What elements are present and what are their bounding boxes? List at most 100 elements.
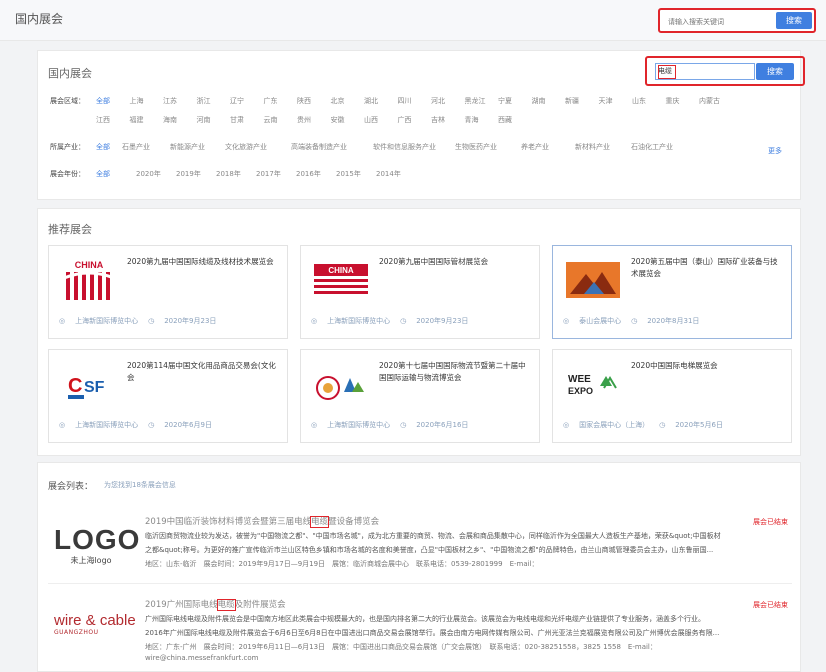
filter-option[interactable]: 养老产业 [521, 142, 575, 152]
region-row-2: 江西 福建 海南 河南 甘肃 云南 贵州 安徽 山西 广西 吉林 青海 西藏 [96, 115, 532, 125]
result-count: 为您找到18条展会信息 [104, 481, 176, 489]
filter-option[interactable]: 浙江 [197, 96, 231, 106]
filter-option[interactable]: 四川 [398, 96, 432, 106]
list-item-title[interactable]: 2019中国临沂装饰材料博览会暨第三届电线电缆暨设备博览会 [145, 515, 379, 528]
expo-card[interactable]: WEE EXPO 2020中国国际电梯展览会 ◎ 国家会展中心（上海） ◷ 2020年… [552, 349, 792, 443]
desc-line: 临沂因商贸物流业较为发达，被誉为"中国物流之都"、"中国市场名城"，成为北方重要… [145, 532, 721, 540]
filter-option[interactable]: 石墨产业 [122, 142, 170, 152]
filter-option[interactable]: 河南 [197, 115, 231, 125]
filter-option[interactable]: 广东 [264, 96, 298, 106]
clock-icon: ◷ [631, 317, 638, 325]
filter-option[interactable]: 2017年 [256, 169, 296, 179]
filter-option[interactable]: 宁夏 [498, 96, 532, 106]
logo-text: wire & cable [54, 612, 136, 629]
card-date: 2020年6月9日 [164, 421, 212, 429]
filter-option[interactable]: 西藏 [498, 115, 532, 125]
filter-option[interactable]: 辽宁 [230, 96, 264, 106]
filter-option[interactable]: 新材料产业 [575, 142, 631, 152]
card-date: 2020年6月16日 [416, 421, 469, 429]
filter-option[interactable]: 上海 [130, 96, 164, 106]
location-icon: ◎ [311, 421, 318, 429]
email-text[interactable]: wire@china.messefrankfurt.com [145, 654, 258, 662]
card-meta: ◎ 上海新国际博览中心 ◷ 2020年6月16日 [311, 420, 478, 430]
filter-panel: 国内展会 搜索 展会区域：全部上海江苏浙江辽宁广东陕西北京湖北四川河北黑龙江宁夏… [37, 50, 805, 200]
title-pre: 2019中国临沂装饰材料博览会暨第三届电线 [145, 517, 312, 527]
card-meta: ◎ 上海新国际博览中心 ◷ 2020年9月23日 [311, 316, 478, 326]
filter-option[interactable]: 文化旅游产业 [225, 142, 291, 152]
filter-option[interactable]: 2019年 [176, 169, 216, 179]
wee-expo-logo-icon: WEE EXPO [568, 374, 617, 396]
filter-option[interactable]: 高端装备制造产业 [291, 142, 373, 152]
region-label: 展会区域： [50, 97, 85, 105]
list-item-meta: 地区：山东-临沂 展会时间：2019年9月17日—9月19日 展馆：临沂商城会展… [145, 560, 539, 568]
filter-option[interactable]: 全部 [96, 96, 130, 106]
filter-option[interactable]: 广西 [398, 115, 432, 125]
filter-option[interactable]: 新疆 [565, 96, 599, 106]
list-item[interactable]: LOGO 未上海logo 2019中国临沂装饰材料博览会暨第三届电线电缆暨设备博… [38, 513, 802, 583]
filter-option[interactable]: 山东 [632, 96, 666, 106]
china-logo-icon: CHINA [62, 258, 116, 302]
filter-option[interactable]: 甘肃 [230, 115, 264, 125]
filter-option[interactable]: 新能源产业 [170, 142, 225, 152]
logo-subtext: GUANGZHOU [54, 629, 99, 636]
filter-option[interactable]: 吉林 [431, 115, 465, 125]
filter-option[interactable]: 2018年 [216, 169, 256, 179]
filter-option[interactable]: 重庆 [666, 96, 700, 106]
filter-option[interactable]: 江苏 [163, 96, 197, 106]
filter-option[interactable]: 陕西 [297, 96, 331, 106]
filter-option[interactable]: 安徽 [331, 115, 365, 125]
filter-option[interactable]: 湖南 [532, 96, 566, 106]
filter-option[interactable]: 生物医药产业 [455, 142, 521, 152]
year-row: 展会年份： 全部 2020年 2019年 2018年 2017年 2016年 2015年 201… [50, 169, 416, 179]
filter-option[interactable]: 北京 [331, 96, 365, 106]
filter-option[interactable]: 云南 [264, 115, 298, 125]
filter-option[interactable]: 山西 [364, 115, 398, 125]
filter-option[interactable]: 2014年 [376, 169, 416, 179]
filter-option[interactable]: 湖北 [364, 96, 398, 106]
filter-option[interactable]: 2020年 [136, 169, 176, 179]
location-icon: ◎ [59, 317, 66, 325]
title-highlight: 电缆 [310, 516, 330, 528]
expo-card[interactable]: 2020第十七届中国国际物流节暨第二十届中国国际运输与物流博览会 ◎ 上海新国际博… [300, 349, 540, 443]
filter-option[interactable]: 江西 [96, 115, 130, 125]
industry-row: 所属产业： 全部 石墨产业 新能源产业 文化旅游产业 高端装备制造产业 软件和信息服务产业生… [50, 142, 686, 152]
filter-option[interactable]: 河北 [431, 96, 465, 106]
more-link[interactable]: 更多 [768, 146, 782, 156]
filter-option[interactable]: 内蒙古 [699, 96, 733, 106]
expo-card[interactable]: CHINA 2020第九届中国国际管材展览会 ◎ 上海新国际博览中心 ◷ 2020年9… [300, 245, 540, 339]
csf-logo-icon: C SF [68, 375, 105, 399]
list-panel: 展会列表： 为您找到18条展会信息 LOGO 未上海logo 2019中国临沂装… [37, 462, 801, 672]
filter-option[interactable]: 全部 [96, 169, 136, 179]
mountain-logo-icon [566, 262, 620, 298]
list-item-title[interactable]: 2019广州国际电线电缆及附件展览会 [145, 598, 286, 611]
filter-option[interactable]: 石油化工产业 [631, 142, 686, 152]
location-icon: ◎ [311, 317, 318, 325]
svg-text:WEE: WEE [568, 374, 591, 385]
list-item[interactable]: wire & cable GUANGZHOU 2019广州国际电线电缆及附件展览… [38, 596, 802, 672]
title-pre: 2019广州国际电线 [145, 600, 218, 610]
filter-option[interactable]: 天津 [599, 96, 633, 106]
filter-option[interactable]: 2016年 [296, 169, 336, 179]
list-item-meta: 地区：广东-广州 展会时间：2019年6月11日—6月13日 展馆：中国进出口商… [145, 643, 657, 651]
top-search-button[interactable]: 搜索 [776, 12, 812, 29]
expo-card[interactable]: 2020第五届中国（泰山）国际矿业装备与技术展览会 ◎ 泰山会展中心 ◷ 2020年8… [552, 245, 792, 339]
card-venue: 上海新国际博览中心 [327, 421, 391, 429]
filter-option[interactable]: 贵州 [297, 115, 331, 125]
filter-option[interactable]: 黑龙江 [465, 96, 499, 106]
status-label: 展会已结束 [753, 601, 788, 609]
expo-card[interactable]: C SF 2020第114届中国文化用品商品交易会(文化会 ◎ 上海新国际博览中心… [48, 349, 288, 443]
card-title: 2020中国国际电梯展览会 [631, 361, 718, 370]
filter-search-field[interactable] [655, 63, 755, 80]
filter-search-box: 搜索 [645, 56, 805, 86]
filter-option[interactable]: 2015年 [336, 169, 376, 179]
filter-option[interactable]: 全部 [96, 142, 122, 152]
filter-option[interactable]: 软件和信息服务产业 [373, 142, 455, 152]
card-venue: 上海新国际博览中心 [75, 317, 139, 325]
filter-option[interactable]: 福建 [130, 115, 164, 125]
filter-option[interactable]: 青海 [465, 115, 499, 125]
filter-search-button[interactable]: 搜索 [756, 63, 794, 80]
filter-option[interactable]: 海南 [163, 115, 197, 125]
top-search-input[interactable] [666, 13, 770, 30]
expo-card[interactable]: CHINA 2020第九届中国国际线缆及线材技术展览会 ◎ 上海新国际博览中心 ◷ 2… [48, 245, 288, 339]
card-title: 2020第九届中国国际管材展览会 [379, 257, 489, 266]
